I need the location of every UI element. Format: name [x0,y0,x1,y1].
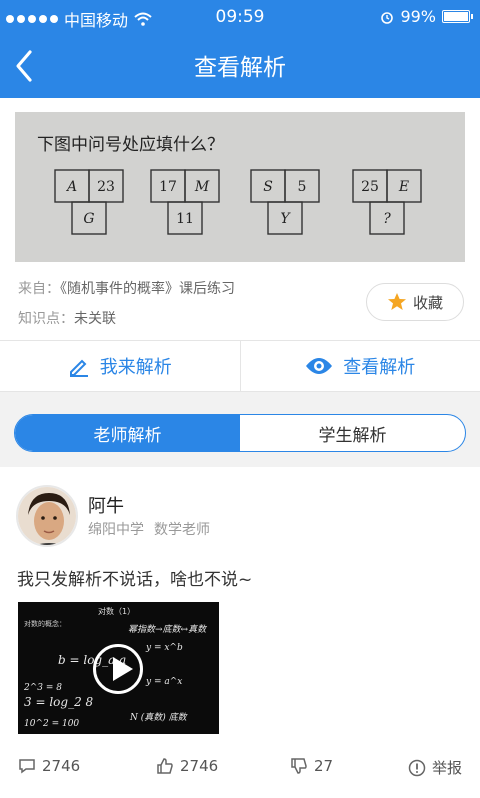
dislike-count: 27 [314,757,334,775]
alert-icon [408,759,426,776]
puzzle-cell-text: ? [383,211,391,227]
source-value[interactable]: 《随机事件的概率》课后练习 [60,281,235,297]
alarm-icon [381,11,394,24]
tab-student-analysis[interactable]: 学生解析 [240,415,465,451]
analysis-video[interactable]: 对数（1） 对数的概念： 幂指数→底数↔真数 y = x^b b = log_a a… [18,602,219,734]
author-name[interactable]: 阿牛 [88,492,124,518]
puzzle-cell-text: 11 [176,211,194,227]
dislike-stat[interactable]: 27 [290,757,333,775]
like-stat[interactable]: 2746 [156,757,218,775]
comment-count: 2746 [42,757,81,775]
comment-icon [19,759,35,774]
status-right: 99% [380,7,473,26]
question-card: 下图中问号处应填什么？ A 23 G 17 M 11 S 5 Y 25 E? 来自：《随机事件的概率… [0,98,480,340]
my-analysis-button[interactable]: 我来解析 [0,341,241,391]
report-label: 举报 [432,759,463,777]
video-note: y = a^x [145,677,182,687]
video-note: 10^2 = 100 [24,719,79,729]
view-analysis-button[interactable]: 查看解析 [241,341,480,391]
analysis-tabs: 老师解析 学生解析 [14,414,466,452]
favorite-label: 收藏 [412,293,443,312]
author-meta: 绵阳中学 数学老师 [88,519,210,539]
analysis-text: 我只发解析不说话，啥也不说~ [17,570,253,590]
battery-fill [444,12,468,21]
battery-icon [442,10,473,23]
source-line: 来自：《随机事件的概率》课后练习 [18,278,235,298]
puzzle-cell-text: S [263,179,273,195]
source-label: 来自： [18,281,60,297]
puzzle-cell-text: G [83,211,94,227]
video-note: 2^3 = 8 [23,683,62,693]
question-image[interactable]: 下图中问号处应填什么？ A 23 G 17 M 11 S 5 Y 25 E? [15,112,465,262]
analysis-card: 阿牛 绵阳中学 数学老师 我只发解析不说话，啥也不说~ 对数（1） 对数的概念：… [0,467,480,798]
question-text: 下图中问号处应填什么？ [37,135,224,155]
puzzle-cell-text: 25 [361,179,379,195]
puzzle-cell-text: 17 [159,179,177,195]
page-title: 查看解析 [194,55,286,81]
video-subtitle: 对数的概念： [24,619,66,628]
view-analysis-label: 查看解析 [343,357,416,378]
thumbs-down-icon [291,758,307,774]
kp-label: 知识点： [18,311,74,327]
author-role: 数学老师 [154,522,210,538]
puzzle-cell-text: M [194,179,210,195]
video-note: y = x^b [145,643,183,653]
video-title: 对数（1） [98,606,135,616]
app-header: 中国移动 09:59 99% 查看解析 [0,0,480,98]
stats-bar: 2746 2746 27 举报 [0,757,480,781]
puzzle-cell-text: A [65,179,77,195]
video-note: 幂指数→底数↔真数 [128,624,207,635]
like-count: 2746 [180,757,219,775]
puzzle-cell-text: 5 [298,179,307,195]
play-icon[interactable] [93,644,143,694]
action-bar: 我来解析 查看解析 [0,340,480,392]
battery-percent: 99% [400,7,436,26]
video-note: N (真数) 底数 [129,712,188,723]
avatar-photo [18,487,76,545]
thumbs-up-icon [157,758,173,774]
star-icon [387,293,406,310]
video-note: 3 = log_2 8 [24,695,94,709]
my-analysis-label: 我来解析 [99,357,172,378]
knowledge-point-line: 知识点：未关联 [18,308,116,328]
eye-icon [306,358,333,374]
question-photo: 下图中问号处应填什么？ A 23G17 M11S 5Y25 E? [15,112,465,262]
favorite-button[interactable]: 收藏 [366,283,464,321]
author-school: 绵阳中学 [88,522,144,538]
puzzle-cell-text: E [398,179,409,195]
tab-teacher-analysis[interactable]: 老师解析 [15,415,240,451]
puzzle-cell-text: 23 [97,179,115,195]
comment-stat[interactable]: 2746 [18,757,80,775]
kp-value: 未关联 [74,311,116,327]
pencil-icon [69,359,88,377]
status-bar: 中国移动 09:59 99% [0,0,480,34]
report-button[interactable]: 举报 [408,757,462,778]
avatar[interactable] [16,485,78,547]
